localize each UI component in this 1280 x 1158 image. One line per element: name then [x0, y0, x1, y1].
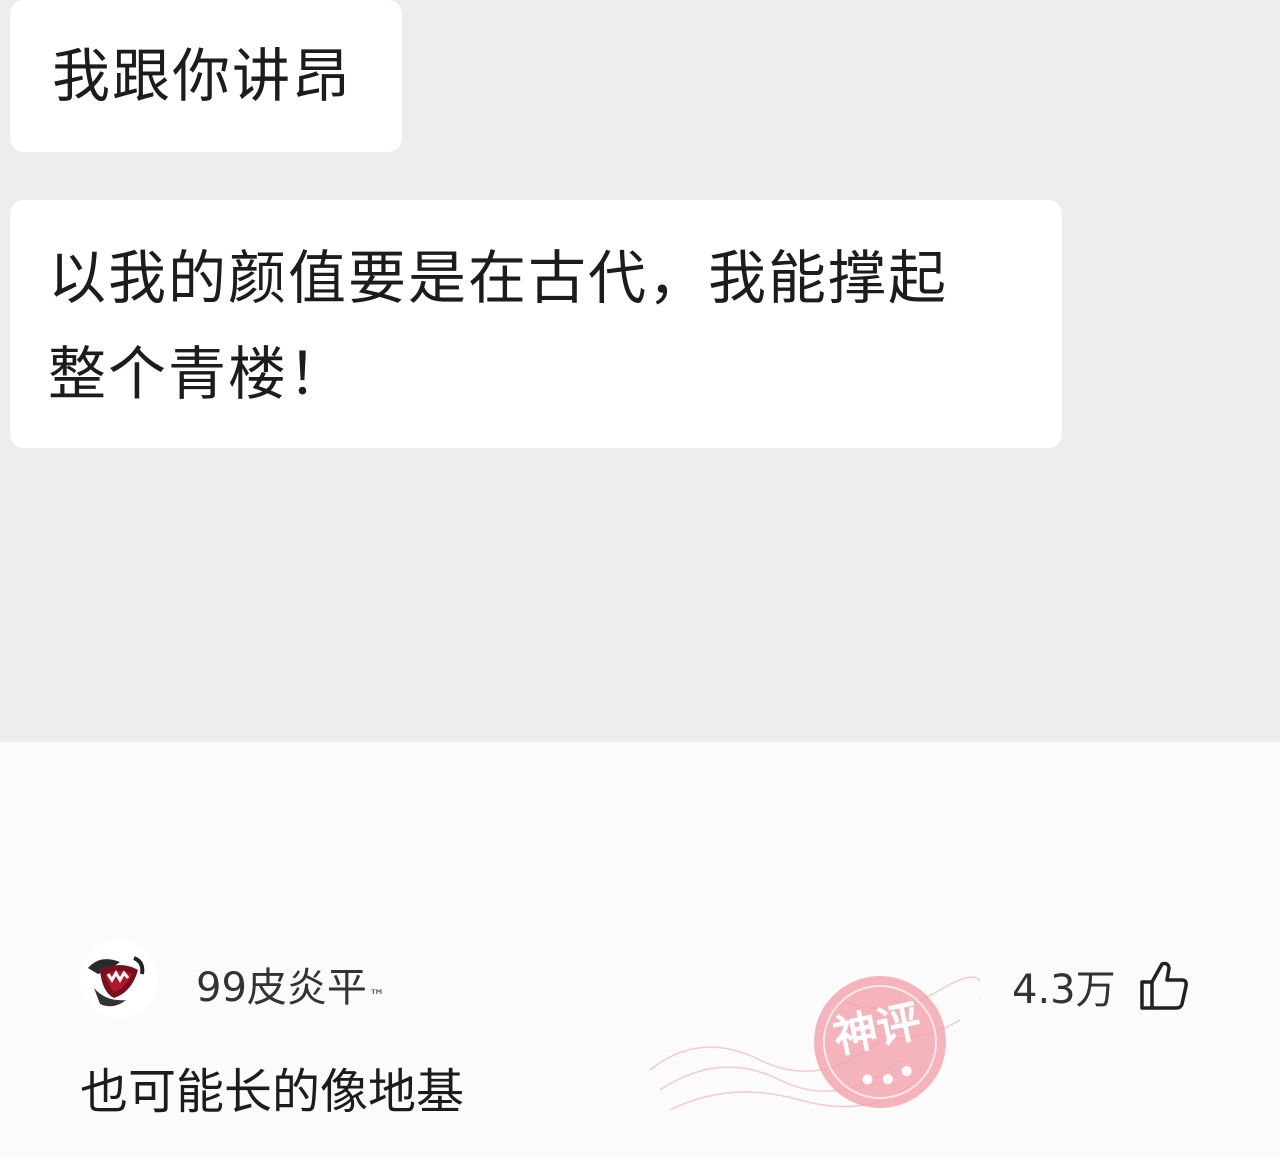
message-bubble[interactable]: 我跟你讲昂: [10, 0, 402, 152]
user-avatar[interactable]: [80, 940, 158, 1018]
avatar-icon: [80, 940, 158, 1018]
username-trademark: ™: [368, 986, 385, 1005]
chat-area: 我跟你讲昂 以我的颜值要是在古代，我能撑起 整个青楼！: [0, 0, 1280, 742]
like-count: 4.3万: [1012, 967, 1116, 1013]
thumbs-up-icon[interactable]: [1138, 958, 1190, 1012]
comment-text: 也可能长的像地基: [80, 1064, 465, 1120]
message-text-line: 整个青楼！: [48, 340, 349, 408]
message-bubble[interactable]: 以我的颜值要是在古代，我能撑起 整个青楼！: [10, 200, 1062, 448]
message-text-line: 我跟你讲昂: [52, 42, 353, 110]
god-comment-stamp: 神评: [640, 960, 983, 1130]
comment-username[interactable]: 99皮炎平 ™: [196, 960, 385, 1016]
message-text-line: 以我的颜值要是在古代，我能撑起: [48, 244, 949, 312]
username-text: 99皮炎平: [196, 965, 367, 1011]
